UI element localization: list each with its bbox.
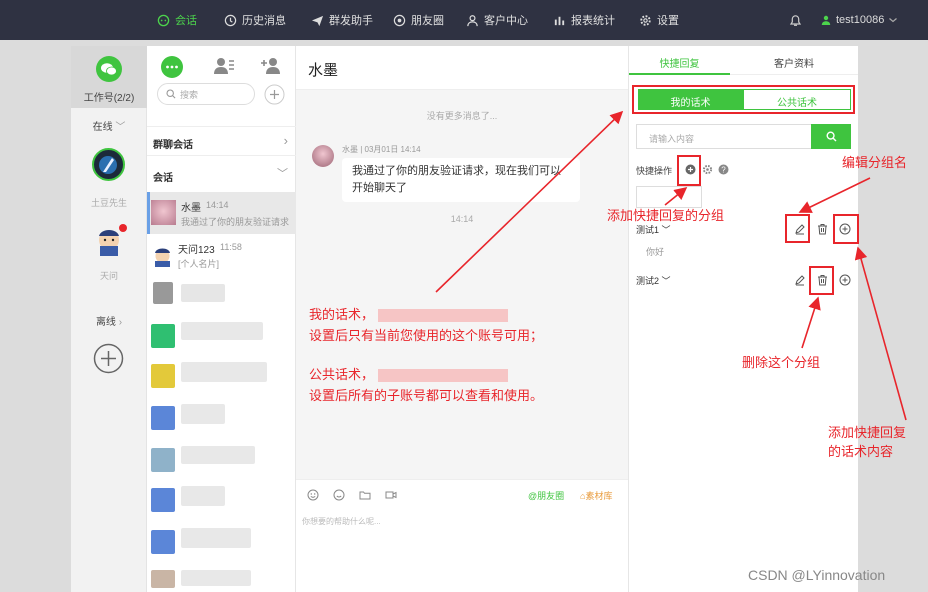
annotation-edit-group: 编辑分组名 <box>842 155 908 170</box>
my-phrases-title: 我的话术， <box>309 307 375 322</box>
watermark: CSDN @LYinnovation <box>748 567 886 583</box>
annotation-add-phrase-line2: 的话术内容 <box>828 444 894 459</box>
annotation-line: 我的话术， <box>309 304 543 325</box>
redacted-block <box>378 309 509 323</box>
public-phrases-title: 公共话术， <box>309 367 375 382</box>
redacted-block <box>378 369 509 383</box>
annotation-add-phrase-line1: 添加快捷回复 <box>828 425 907 440</box>
annotation-add-group: 添加快捷回复的分组 <box>607 208 725 223</box>
my-phrases-desc: 设置后只有当前您使用的这个账号可用； <box>309 328 544 343</box>
annotation-arrows <box>435 110 907 421</box>
annotation-delete-group: 删除这个分组 <box>742 355 821 370</box>
annotation-line: 公共话术， <box>309 364 543 385</box>
annotation-explanation: 我的话术， 设置后只有当前您使用的这个账号可用； 公共话术， 设置后所有的子账号… <box>309 304 543 406</box>
public-phrases-desc: 设置后所有的子账号都可以查看和使用。 <box>309 388 544 403</box>
